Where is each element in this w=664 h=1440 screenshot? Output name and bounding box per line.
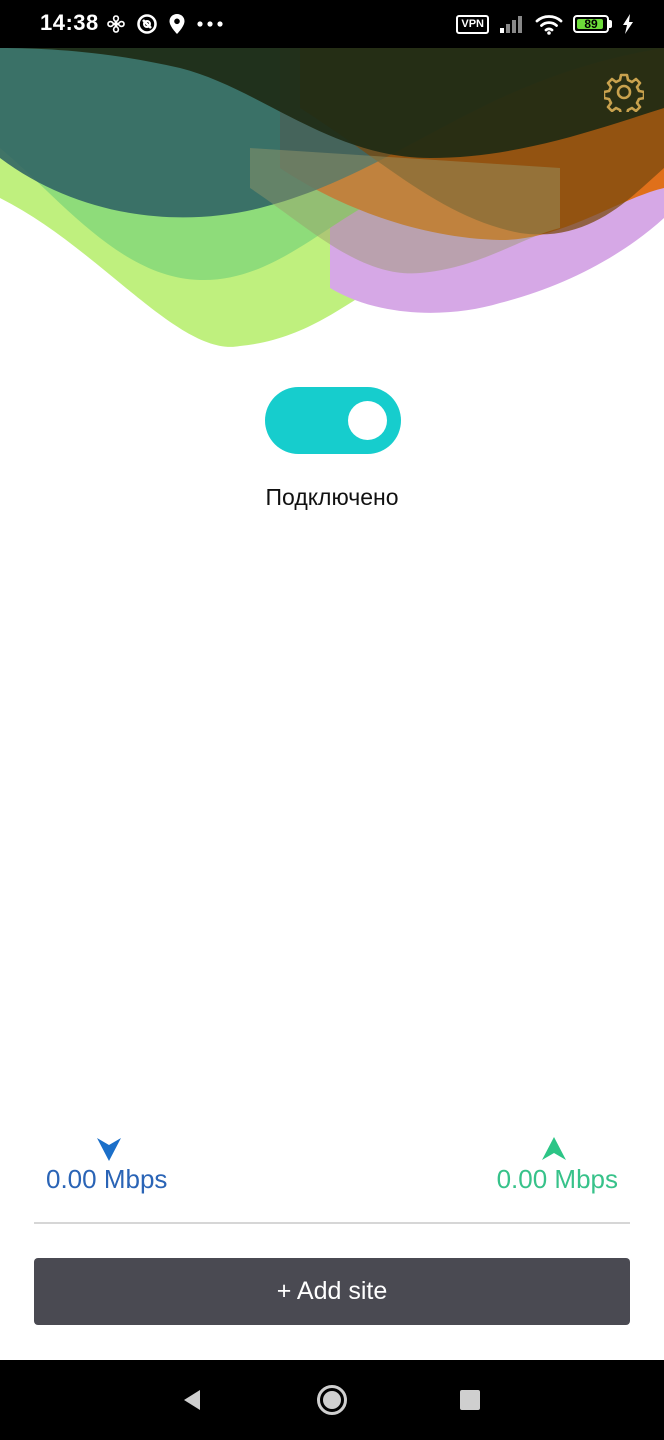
upload-speed: 0.00 Mbps — [496, 1164, 618, 1194]
wifi-icon — [535, 15, 563, 35]
connection-status-label: Подключено — [265, 484, 399, 510]
app-screen: 14:38 VPN 89 Подключено 0.00 Mbps 0.00 M… — [0, 0, 664, 1440]
vpn-badge: VPN — [456, 14, 489, 34]
recents-icon[interactable] — [459, 1389, 481, 1411]
arrow-down-icon — [97, 1138, 121, 1161]
fan-icon — [107, 15, 125, 33]
download-speed: 0.00 Mbps — [46, 1164, 168, 1194]
status-time: 14:38 — [40, 10, 99, 35]
status-bar: 14:38 VPN 89 — [0, 0, 664, 48]
battery-tip — [609, 20, 612, 28]
battery-level: 89 — [584, 17, 598, 31]
gear-icon — [604, 73, 644, 112]
nav-bar — [0, 1360, 664, 1440]
header-waves — [0, 48, 664, 347]
divider — [34, 1222, 630, 1224]
home-icon[interactable] — [316, 1384, 348, 1416]
settings-button[interactable] — [604, 72, 644, 112]
status-left-icons — [106, 12, 224, 36]
add-site-button[interactable]: + Add site — [34, 1258, 630, 1325]
toggle-knob — [348, 401, 387, 440]
connection-toggle[interactable] — [265, 387, 401, 454]
battery-icon: 89 — [573, 15, 612, 33]
location-pin-icon — [169, 14, 185, 34]
signal-icon — [500, 16, 522, 33]
battery-body: 89 — [573, 15, 609, 33]
status-right-icons: VPN 89 — [456, 12, 634, 36]
charging-bolt-icon — [623, 14, 633, 34]
arrow-up-icon — [542, 1137, 566, 1160]
blocked-icon — [137, 14, 157, 34]
more-dots-icon — [197, 21, 223, 27]
back-icon[interactable] — [180, 1388, 204, 1412]
